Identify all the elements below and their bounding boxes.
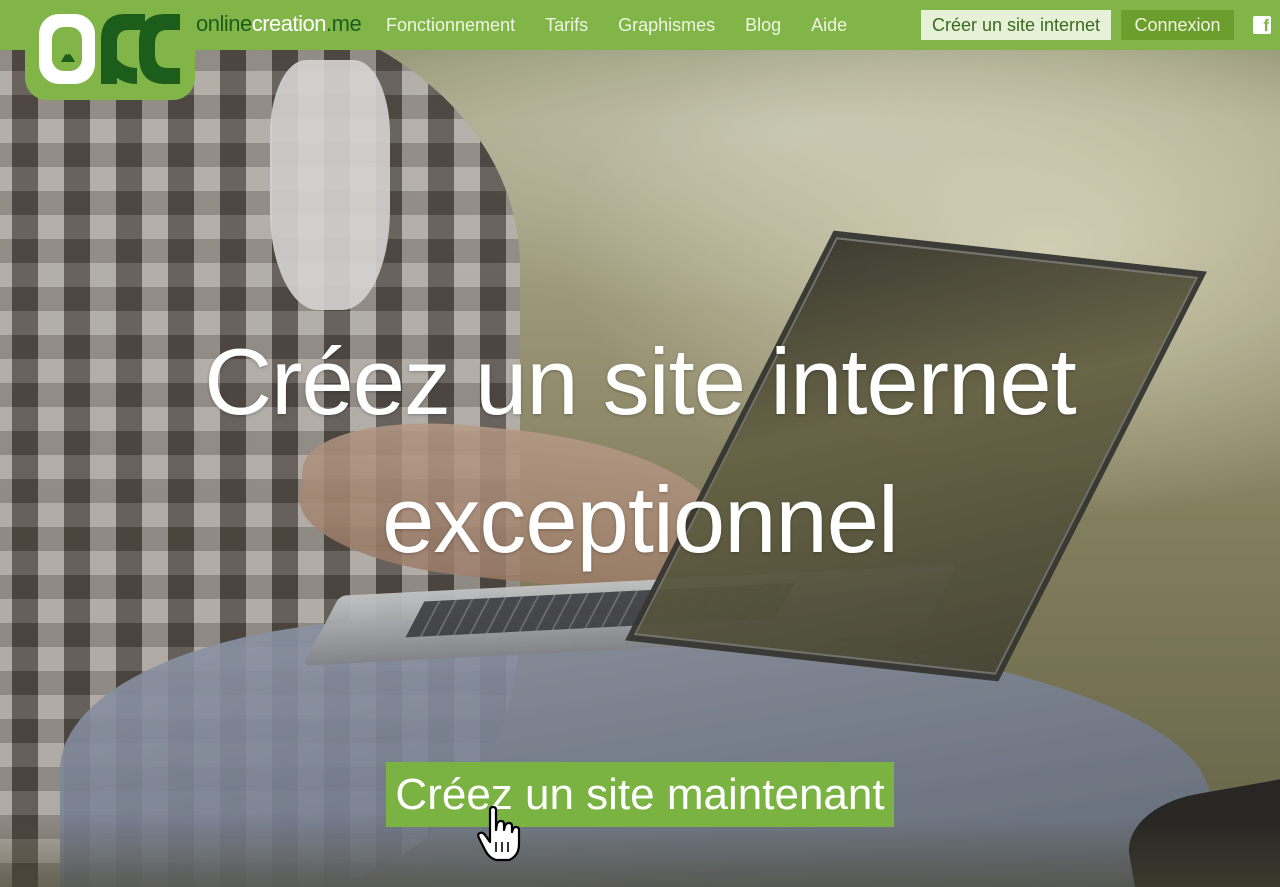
facebook-icon[interactable]: f [1253,16,1271,34]
hero-overlay [0,0,1280,887]
hero-headline-line2: exceptionnel [382,467,899,572]
hero-headline-line1: Créez un site internet [204,329,1076,434]
brand-name-part3: .me [326,11,362,36]
nav-tarifs[interactable]: Tarifs [530,15,603,36]
cta-create-site-button[interactable]: Créez un site maintenant [386,762,894,827]
nav-blog[interactable]: Blog [730,15,796,36]
brand-name-part1: online [196,11,252,36]
main-nav: Fonctionnement Tarifs Graphismes Blog Ai… [371,0,862,50]
login-button[interactable]: Connexion [1121,10,1234,40]
hero-background [0,0,1280,887]
logo[interactable] [25,0,195,100]
logo-icon [39,14,180,84]
create-site-button[interactable]: Créer un site internet [921,10,1111,40]
brand-name[interactable]: onlinecreation.me [196,11,362,37]
nav-graphismes[interactable]: Graphismes [603,15,730,36]
nav-fonctionnement[interactable]: Fonctionnement [371,15,530,36]
top-navbar: onlinecreation.me Fonctionnement Tarifs … [0,0,1280,100]
nav-aide[interactable]: Aide [796,15,862,36]
hand-pointer-icon [477,806,521,862]
brand-name-part2: creation [251,11,327,36]
